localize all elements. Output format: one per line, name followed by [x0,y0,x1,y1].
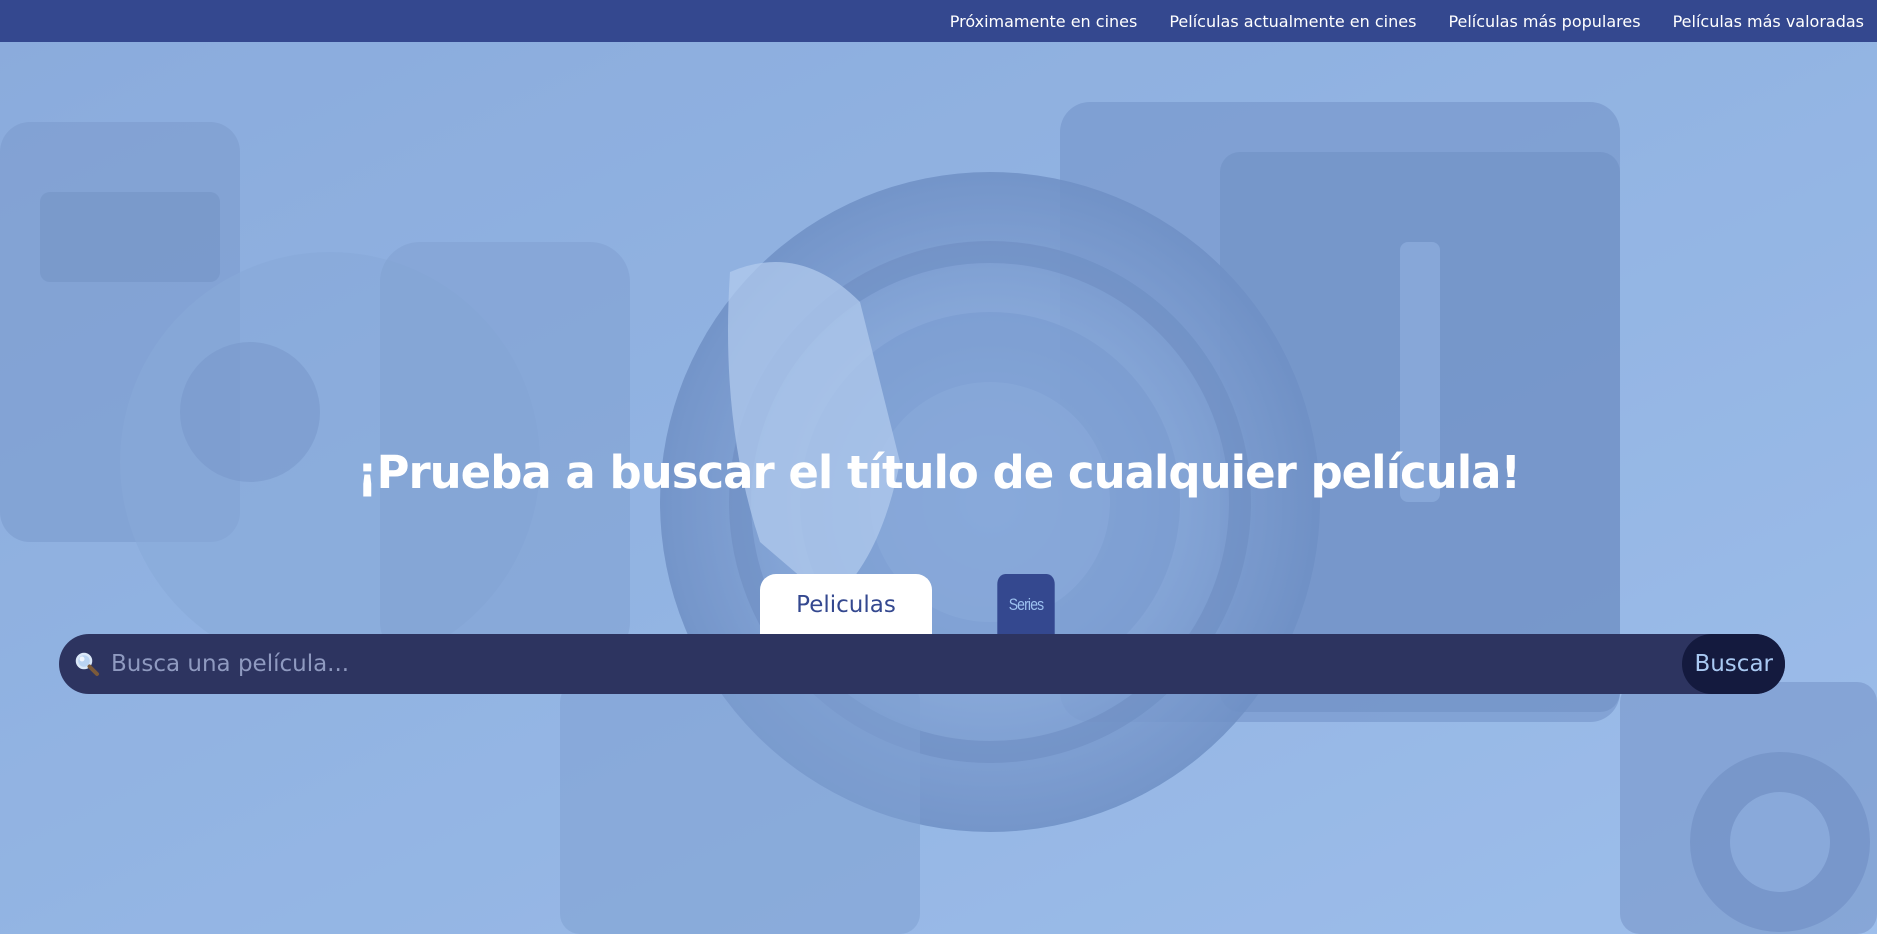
search-button[interactable]: Buscar [1682,634,1785,694]
hero-title: ¡Prueba a buscar el título de cualquier … [356,446,1521,499]
page: Próximamente en cines Películas actualme… [0,0,1877,934]
tab-movies[interactable]: Peliculas [760,574,932,635]
nav-link-top-rated[interactable]: Películas más valoradas [1673,12,1864,31]
nav-link-popular[interactable]: Películas más populares [1448,12,1640,31]
magnifying-glass-icon [73,650,101,678]
nav-link-now-playing[interactable]: Películas actualmente en cines [1169,12,1416,31]
tab-series[interactable]: Series [997,574,1055,635]
search-input[interactable] [101,633,1683,695]
nav-link-upcoming[interactable]: Próximamente en cines [950,12,1138,31]
search-bar: Buscar [59,633,1785,695]
top-navigation: Próximamente en cines Películas actualme… [0,0,1877,42]
